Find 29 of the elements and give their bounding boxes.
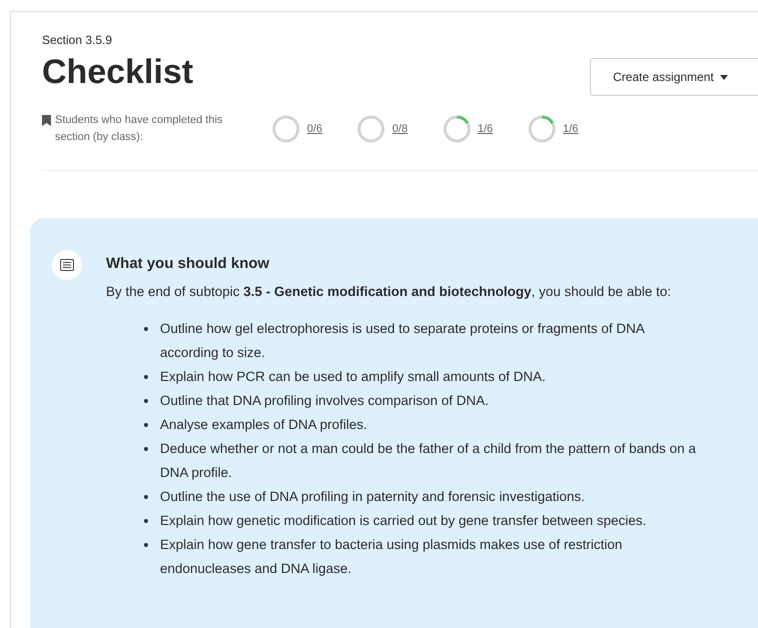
section-label: Section 3.5.9 xyxy=(42,32,114,48)
objective-text: Outline that DNA profiling involves comparison of DNA. xyxy=(160,392,489,410)
bookmark-icon xyxy=(42,115,51,126)
bullet-icon xyxy=(144,447,148,451)
objective-text: Explain how gene transfer to bacteria using plasmids makes use of restriction endonucleases and DNA ligase. xyxy=(160,536,624,578)
bullet-icon xyxy=(144,519,148,523)
class-count-link[interactable]: 1/6 xyxy=(478,120,493,138)
objective-text: Explain how PCR can be used to amplify small amounts of DNA. xyxy=(160,368,546,386)
bullet-icon xyxy=(144,327,148,331)
objective-text: Analyse examples of DNA profiles. xyxy=(160,416,368,434)
bullet-icon xyxy=(144,495,148,499)
create-assignment-button[interactable]: Create assignment xyxy=(590,58,758,96)
list-icon xyxy=(52,250,82,280)
objective-text: Outline the use of DNA profiling in paternity and forensic investigations. xyxy=(160,488,585,506)
class-count-link[interactable]: 1/6 xyxy=(562,120,578,138)
class-count-link[interactable]: 0/8 xyxy=(392,120,408,138)
completion-label: Students who have completed this section (by class): xyxy=(55,113,224,145)
objective-text: Explain how genetic modification is carried out by gene transfer between species. xyxy=(160,512,646,530)
class-count-link[interactable]: 0/6 xyxy=(307,120,322,138)
bullet-icon xyxy=(144,375,148,379)
bullet-icon xyxy=(144,423,148,427)
bullet-icon xyxy=(144,543,148,547)
card-intro: By the end of subtopic 3.5 - Genetic modification and biotechnology, you should be able to: xyxy=(106,283,672,301)
objective-text: Outline how gel electrophoresis is used to separate proteins or fragments of DNA according to size. xyxy=(160,320,646,362)
card-heading: What you should know xyxy=(106,254,270,274)
page-title: Checklist xyxy=(42,52,194,93)
objective-text: Deduce whether or not a man could be the father of a child from the pattern of bands on a DNA profile. xyxy=(160,440,697,482)
caret-icon xyxy=(720,74,728,80)
bullet-icon xyxy=(144,399,148,403)
